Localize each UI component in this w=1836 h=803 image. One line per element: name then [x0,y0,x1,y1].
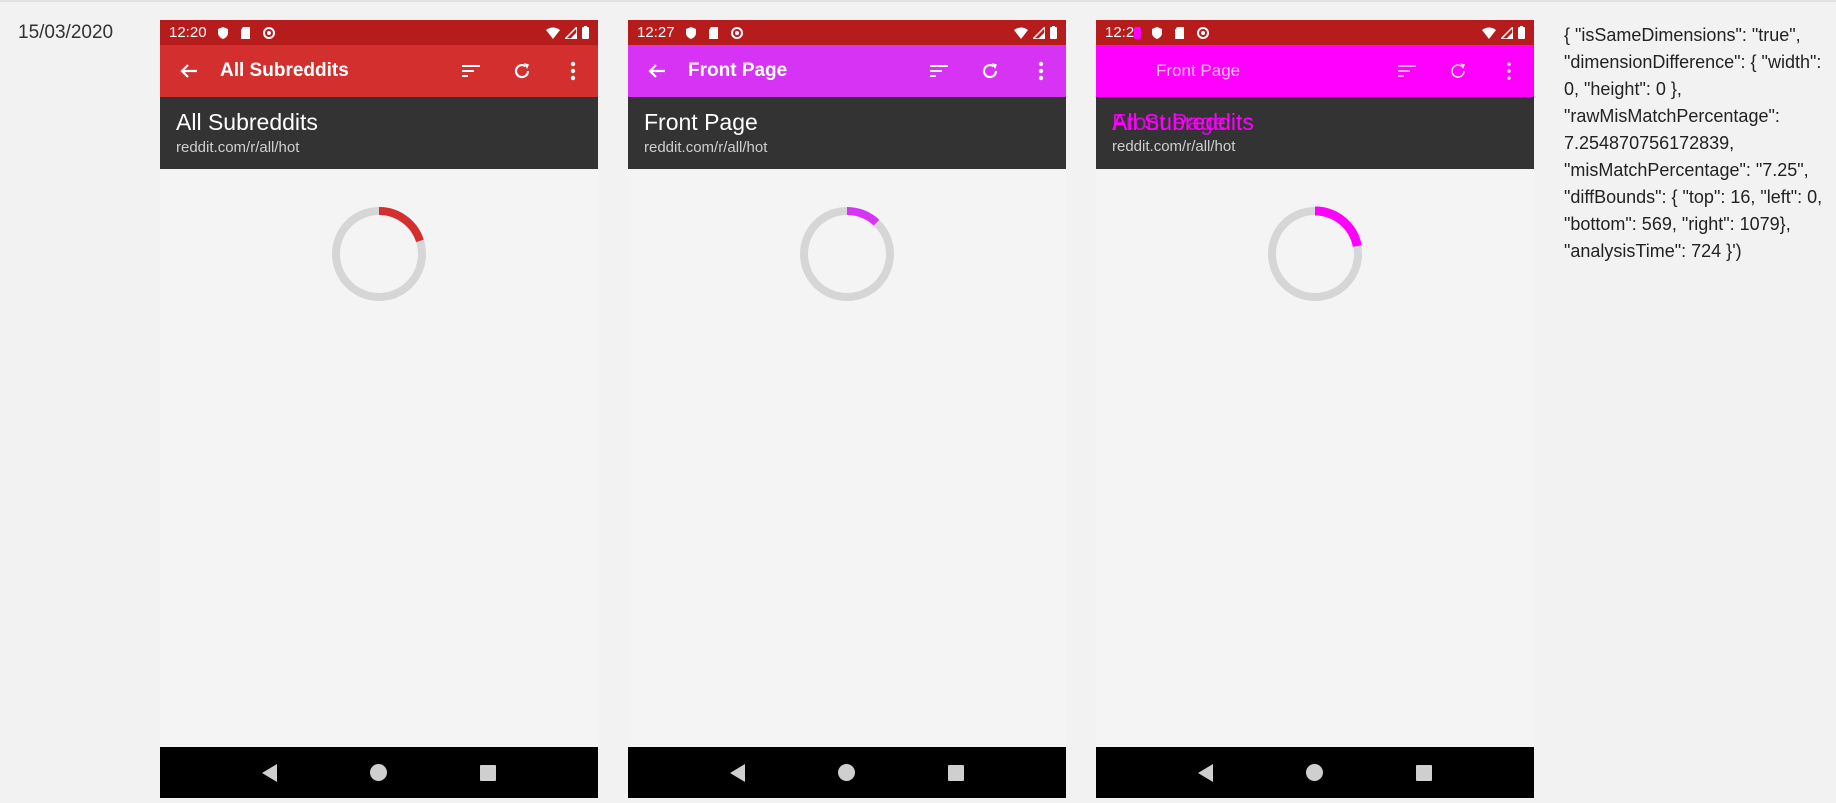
nav-home-icon[interactable] [837,764,855,781]
subreddit-header: Front Page reddit.com/r/all/hot [628,97,1066,169]
sync-icon [1197,26,1210,39]
battery-icon [582,26,589,39]
back-button[interactable] [628,61,686,81]
subreddit-header: All Subreddits reddit.com/r/all/hot [160,97,598,169]
nav-home-icon[interactable] [369,764,387,781]
header-subtitle: reddit.com/r/all/hot [1112,138,1236,155]
loading-spinner [1267,206,1363,302]
header-title: All Subreddits [176,109,318,135]
status-time: 12:27 [637,24,675,41]
wifi-icon [1482,27,1496,39]
sd-card-icon [1175,26,1185,39]
nav-recents-icon[interactable] [479,764,496,781]
wifi-icon [1014,27,1028,39]
refresh-button[interactable] [496,61,547,81]
report-frame: 15/03/2020 12:20 All Subreddits All Subr… [0,0,1836,803]
more-vert-icon [1506,62,1511,80]
shield-icon [685,26,696,39]
battery-icon [1518,26,1525,39]
sd-card-icon [708,26,718,39]
more-button[interactable] [1483,61,1534,81]
system-nav-bar [160,747,598,798]
wifi-icon [546,27,560,39]
subreddit-header: All Subreddits Front Page reddit.com/r/a… [1096,97,1534,169]
nav-recents-icon[interactable] [947,764,964,781]
battery-icon [1050,26,1057,39]
refresh-icon [1450,63,1465,78]
app-toolbar: Front Page [1096,45,1534,97]
header-subtitle: reddit.com/r/all/hot [644,139,768,156]
report-date: 15/03/2020 [18,22,114,43]
refresh-button[interactable] [964,61,1015,81]
back-button[interactable] [160,61,218,81]
more-button[interactable] [1015,61,1066,81]
nav-back-icon[interactable] [730,763,746,782]
arrow-left-icon [180,64,197,78]
status-bar: 12:2 [1096,20,1534,45]
arrow-left-icon [648,64,665,78]
baseline-screenshot: 12:20 All Subreddits All Subreddits redd… [160,20,598,798]
sd-card-icon [240,26,250,39]
toolbar-title: All Subreddits [220,60,349,81]
signal-icon [565,26,577,39]
more-button[interactable] [547,61,598,81]
signal-icon [1033,26,1045,39]
header-title-current: Front Page [1112,109,1226,135]
header-title-diff: All Subreddits Front Page [1112,109,1518,135]
sync-icon [730,26,743,39]
status-time: 12:2 [1105,24,1135,41]
sync-icon [262,26,275,39]
refresh-icon [514,63,529,79]
sort-icon [461,65,480,77]
header-title: Front Page [644,109,758,135]
status-bar: 12:20 [160,20,598,45]
shield-icon [217,26,228,39]
app-toolbar: Front Page [628,45,1066,97]
nav-recents-icon[interactable] [1415,764,1432,781]
toolbar-title: Front Page [688,60,788,81]
sort-button[interactable] [445,64,496,78]
sort-button[interactable] [913,64,964,78]
diff-marker [1134,26,1142,39]
header-subtitle: reddit.com/r/all/hot [176,139,300,156]
loading-spinner [332,207,426,301]
sort-button[interactable] [1381,64,1432,78]
signal-icon [1501,26,1513,39]
sort-icon [1397,65,1416,77]
more-vert-icon [570,61,575,81]
refresh-button[interactable] [1432,61,1483,81]
refresh-icon [982,63,997,79]
system-nav-bar [628,747,1066,798]
status-time: 12:20 [169,24,207,41]
nav-home-icon[interactable] [1305,764,1323,781]
nav-back-icon[interactable] [1198,763,1214,782]
sort-icon [929,65,948,77]
current-screenshot: 12:27 Front Page Front Page reddit.com/r… [628,20,1066,798]
system-nav-bar [1096,747,1534,798]
more-vert-icon [1038,61,1043,81]
diff-screenshot: 12:2 Front Page All Subreddits Front Pag… [1096,20,1534,798]
comparison-result-json: { "isSameDimensions": "true", "dimension… [1564,25,1828,261]
status-bar: 12:27 [628,20,1066,45]
toolbar-title: Front Page [1156,61,1241,80]
shield-icon [1152,26,1163,39]
nav-back-icon[interactable] [262,763,278,782]
loading-spinner [800,207,894,301]
app-toolbar: All Subreddits [160,45,598,97]
